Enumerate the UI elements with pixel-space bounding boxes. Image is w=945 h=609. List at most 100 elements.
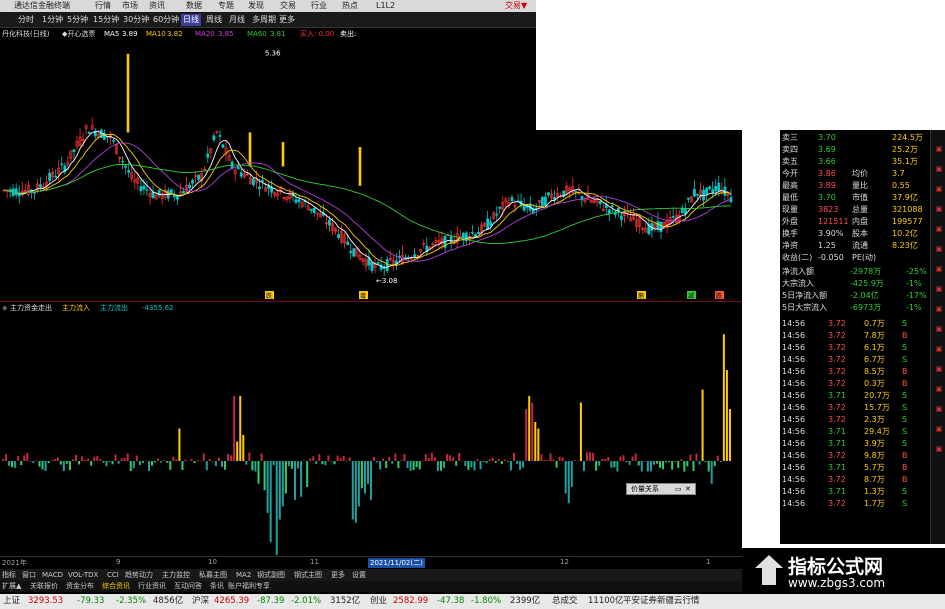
menu-trade[interactable]: 交易 — [280, 0, 296, 12]
menu-news[interactable]: 资讯 — [149, 0, 165, 12]
side-tool-icon[interactable]: ▣ — [934, 424, 944, 434]
tab2-misc[interactable]: 条讯 — [210, 581, 224, 592]
menu-l1l2[interactable]: L1L2 — [376, 0, 395, 12]
flow-bar — [443, 461, 446, 468]
menu-industry[interactable]: 行业 — [311, 0, 327, 12]
tab2-industry-news[interactable]: 行业资讯 — [138, 581, 166, 592]
side-tool-icon[interactable]: ▣ — [934, 204, 944, 214]
tab-macd[interactable]: MACD — [42, 569, 63, 581]
tick-row: 14:56 3.71 3.9万 S — [780, 438, 930, 449]
period-60m[interactable]: 60分钟 — [151, 14, 181, 26]
tab-window[interactable]: 窗口 — [22, 569, 36, 581]
price-volume-popup[interactable]: 价量关系 ▭ ✕ — [626, 483, 696, 495]
side-tool-icon[interactable]: ▣ — [934, 364, 944, 374]
period-30m[interactable]: 30分钟 — [121, 14, 151, 26]
tab-cci[interactable]: CCI — [107, 569, 119, 581]
sh-index-change: -79.33 — [77, 596, 105, 606]
flow-bar — [573, 460, 576, 461]
quote-label-2: 市值 — [852, 193, 868, 202]
menu-discover[interactable]: 发现 — [248, 0, 264, 12]
tab2-fund-distribution[interactable]: 资金分布 — [66, 581, 94, 592]
period-1m[interactable]: 1分钟 — [40, 14, 65, 26]
period-month[interactable]: 月线 — [227, 14, 247, 26]
tab-vol-tdx[interactable]: VOL-TDX — [68, 569, 98, 581]
flow-bar — [227, 453, 230, 461]
side-tool-icon[interactable]: ▣ — [934, 244, 944, 254]
tab2-related-quotes[interactable]: 关联报价 — [30, 581, 58, 592]
flow-bar — [391, 461, 394, 464]
tick-row: 14:56 3.72 15.7万 S — [780, 402, 930, 413]
flow-bar — [607, 456, 610, 461]
period-more[interactable]: 更多 — [277, 14, 297, 26]
tab-pe-main[interactable]: 私募主图 — [199, 569, 227, 581]
side-tool-icon[interactable]: ▣ — [934, 184, 944, 194]
quote-value: -0.050 — [818, 253, 844, 262]
candle-body — [206, 153, 210, 158]
side-tool-icon[interactable]: ▣ — [934, 164, 944, 174]
flow-bar — [327, 455, 330, 461]
popup-close-icon[interactable]: ✕ — [685, 484, 691, 494]
news-ticker[interactable]: 平安证券新疆云行情 — [623, 594, 700, 609]
tick-price: 3.72 — [828, 331, 846, 340]
quote-panel: 卖三 3.70 224.5万 卖四 3.69 25.2万 卖五 3.66 35.1万 今开 3.86… — [780, 130, 930, 544]
sh-index-label[interactable]: 上证 — [3, 594, 20, 609]
menu-market[interactable]: 市场 — [122, 0, 138, 12]
tab-more[interactable]: 更多 — [331, 569, 345, 581]
side-tool-icon[interactable]: ▣ — [934, 284, 944, 294]
period-tick[interactable]: 分时 — [16, 14, 36, 26]
tab-trend-power[interactable]: 趋势动力 — [125, 569, 153, 581]
period-5m[interactable]: 5分钟 — [65, 14, 90, 26]
sub-indicator-settings-icon[interactable]: ◆ — [2, 303, 7, 313]
menu-topic[interactable]: 专题 — [218, 0, 234, 12]
tick-side: S — [902, 391, 908, 400]
trade-button[interactable]: 交易▼ — [505, 0, 527, 12]
period-day[interactable]: 日线 — [181, 14, 201, 26]
tab2-account-benefits[interactable]: 账户福利专享 — [228, 581, 270, 592]
period-15m[interactable]: 15分钟 — [91, 14, 121, 26]
tab-settings[interactable]: 设置 — [352, 569, 366, 581]
flow-ratio: -25% — [906, 267, 927, 276]
side-tool-icon[interactable]: ▣ — [934, 224, 944, 234]
tick-time: 14:56 — [782, 379, 806, 388]
side-tool-icon[interactable]: ▣ — [934, 404, 944, 414]
tab-indicator[interactable]: 指标 — [2, 569, 16, 581]
period-multi[interactable]: 多周期 — [250, 14, 278, 26]
candle-body — [358, 147, 362, 186]
tab2-qa[interactable]: 互动问答 — [174, 581, 202, 592]
tick-price: 3.72 — [828, 343, 846, 352]
sz-index-label[interactable]: 沪深 — [192, 594, 209, 609]
tab2-expand[interactable]: 扩展▲ — [2, 581, 21, 592]
flow-bar — [5, 454, 8, 461]
cy-index-label[interactable]: 创业 — [370, 594, 387, 609]
side-tool-icon[interactable]: ▣ — [934, 144, 944, 154]
capital-flow-chart[interactable]: 20000175001500012500100007500500025000-2… — [0, 313, 742, 555]
flow-bar — [315, 461, 318, 464]
tab2-news[interactable]: 综合资讯 — [102, 581, 130, 592]
tab-main-monitor[interactable]: 主力监控 — [162, 569, 190, 581]
candle-body — [489, 221, 493, 226]
tab-steel-sub[interactable]: 钢式副图 — [257, 569, 285, 581]
tab-steel-main[interactable]: 钢式主图 — [294, 569, 322, 581]
side-tool-icon[interactable]: ▣ — [934, 344, 944, 354]
side-tool-icon[interactable]: ▣ — [934, 304, 944, 314]
flow-bar — [318, 454, 321, 461]
signal-label: 跌 — [716, 292, 722, 300]
side-tool-icon[interactable]: ▣ — [934, 444, 944, 454]
menu-data[interactable]: 数据 — [186, 0, 202, 12]
flow-bar — [233, 396, 236, 461]
side-tool-icon[interactable]: ▣ — [934, 264, 944, 274]
side-tool-icon[interactable]: ▣ — [934, 324, 944, 334]
watermark-title: 指标公式网 — [788, 556, 884, 578]
period-week[interactable]: 周线 — [204, 14, 224, 26]
side-tool-icon[interactable]: ▣ — [934, 384, 944, 394]
popup-minimize-icon[interactable]: ▭ — [675, 484, 682, 494]
menu-quotes[interactable]: 行情 — [95, 0, 111, 12]
kline-chart[interactable]: 4.404.204.003.803.603.403.205.36←3.08跌增鹅… — [0, 39, 742, 301]
tab-ma2[interactable]: MA2 — [236, 569, 251, 581]
flow-bar — [488, 459, 491, 461]
quote-row: 换手 3.90% 股本 10.2亿 — [780, 228, 930, 239]
tick-price: 3.72 — [828, 415, 846, 424]
menu-hot[interactable]: 热点 — [342, 0, 358, 12]
popup-label: 价量关系 — [631, 485, 659, 493]
tick-price: 3.72 — [828, 499, 846, 508]
